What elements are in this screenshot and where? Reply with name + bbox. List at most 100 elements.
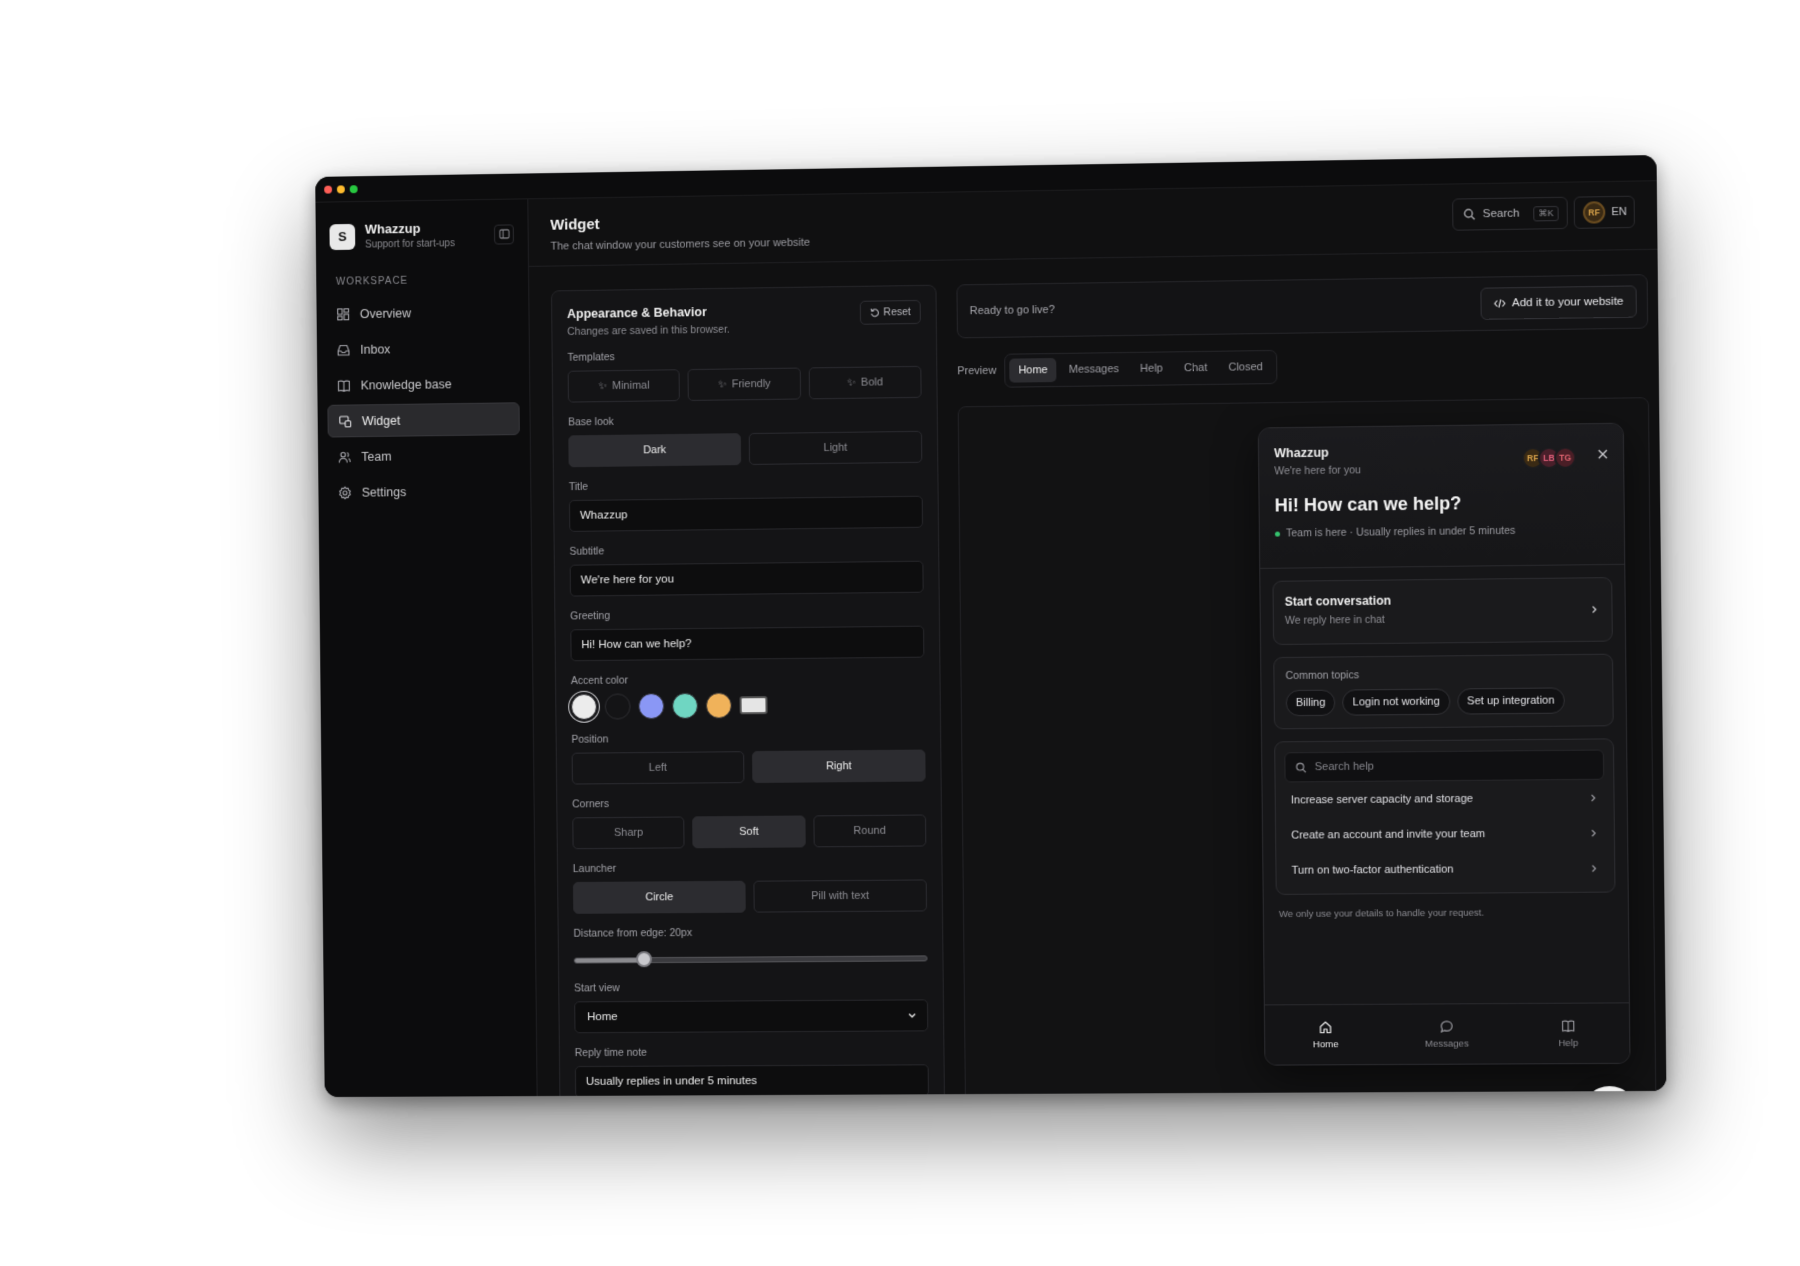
go-live-bar: Ready to go live? Add it to your website xyxy=(956,274,1648,338)
chevron-right-icon xyxy=(1588,828,1598,838)
widget-status: Team is here · Usually replies in under … xyxy=(1275,524,1609,540)
sidebar-item-label: Inbox xyxy=(360,342,390,356)
accent-swatch-orange[interactable] xyxy=(706,692,732,718)
brand: S Whazzup Support for start-ups xyxy=(315,199,527,251)
template-label: Bold xyxy=(861,376,883,388)
accent-swatch-white[interactable] xyxy=(571,694,597,720)
workspace-label: WORKSPACE xyxy=(336,274,528,288)
launcher-group: Circle Pill with text xyxy=(573,879,927,913)
main-content: Widget The chat window your customers se… xyxy=(528,181,1666,1096)
accent-swatch-blue[interactable] xyxy=(638,693,664,719)
base-look-dark-button[interactable]: Dark xyxy=(568,433,741,467)
brand-logo: S xyxy=(329,223,355,249)
custom-color-picker[interactable] xyxy=(740,696,768,714)
minimize-window-button[interactable] xyxy=(337,185,345,193)
sidebar-item-label: Settings xyxy=(362,485,407,499)
sidebar-item-overview[interactable]: Overview xyxy=(326,295,518,331)
help-article-item[interactable]: Turn on two-factor authentication xyxy=(1285,850,1605,888)
close-icon[interactable] xyxy=(1597,448,1609,460)
account-language-button[interactable]: RF EN xyxy=(1574,196,1635,229)
launcher-circle-button[interactable]: Circle xyxy=(573,881,746,914)
corners-soft-button[interactable]: Soft xyxy=(692,815,805,848)
reply-note-input[interactable]: Usually replies in under 5 minutes xyxy=(575,1064,929,1097)
reset-button[interactable]: Reset xyxy=(859,300,921,325)
launcher-pill-button[interactable]: Pill with text xyxy=(753,879,927,912)
position-group: Left Right xyxy=(572,750,926,785)
sidebar-item-settings[interactable]: Settings xyxy=(328,474,520,509)
maximize-window-button[interactable] xyxy=(350,185,358,193)
preview-label: Preview xyxy=(957,365,996,378)
preview-tabs-row: Preview Home Messages Help Chat Closed xyxy=(957,350,1277,388)
online-status-icon xyxy=(1275,531,1280,536)
start-conversation-title: Start conversation xyxy=(1285,591,1601,608)
help-search-input[interactable]: Search help xyxy=(1284,750,1604,783)
topic-chip[interactable]: Login not working xyxy=(1342,689,1450,716)
accent-swatch-black[interactable] xyxy=(605,693,631,719)
widget-nav-messages[interactable]: Messages xyxy=(1386,1004,1508,1064)
tab-messages[interactable]: Messages xyxy=(1060,357,1129,382)
widget-greeting: Hi! How can we help? xyxy=(1275,491,1609,516)
avatar: RF xyxy=(1583,201,1606,224)
widget-nav-help[interactable]: Help xyxy=(1507,1003,1629,1063)
topic-chip[interactable]: Billing xyxy=(1286,690,1336,717)
tab-closed[interactable]: Closed xyxy=(1219,355,1272,380)
corners-group: Sharp Soft Round xyxy=(572,814,926,849)
template-friendly-button[interactable]: ✨︎ Friendly xyxy=(688,368,801,401)
chevron-right-icon xyxy=(1589,604,1599,614)
distance-slider[interactable] xyxy=(574,944,928,972)
subtitle-input[interactable]: We're here for you xyxy=(570,561,924,597)
help-article-item[interactable]: Increase server capacity and storage xyxy=(1285,780,1605,818)
help-article-title: Create an account and invite your team xyxy=(1291,828,1485,842)
app-window: S Whazzup Support for start-ups WORKSPAC… xyxy=(315,155,1666,1097)
sidebar-item-label: Knowledge base xyxy=(361,377,452,392)
help-article-item[interactable]: Create an account and invite your team xyxy=(1285,815,1605,853)
start-view-select[interactable]: Home xyxy=(574,999,928,1033)
users-icon xyxy=(338,450,352,464)
add-to-website-button[interactable]: Add it to your website xyxy=(1480,285,1636,319)
tab-help[interactable]: Help xyxy=(1131,356,1172,381)
preview-stage: Whazzup We're here for you RF LB TG Hi! … xyxy=(958,397,1657,1097)
accent-swatch-teal[interactable] xyxy=(672,693,698,719)
common-topics-label: Common topics xyxy=(1285,667,1601,682)
preview-tabs: Home Messages Help Chat Closed xyxy=(1004,350,1277,388)
sidebar-item-label: Team xyxy=(361,449,391,463)
corners-round-button[interactable]: Round xyxy=(813,814,926,847)
greeting-input[interactable]: Hi! How can we help? xyxy=(570,626,924,662)
close-window-button[interactable] xyxy=(324,185,332,193)
template-minimal-button[interactable]: ✨︎ Minimal xyxy=(568,369,681,402)
widget-icon xyxy=(338,414,352,428)
launcher-label: Launcher xyxy=(573,860,927,875)
privacy-note: We only use your details to handle your … xyxy=(1264,892,1628,934)
launcher-close-button[interactable] xyxy=(1582,1086,1637,1097)
sidebar-item-inbox[interactable]: Inbox xyxy=(327,331,519,366)
template-bold-button[interactable]: ✨︎ Bold xyxy=(808,366,921,399)
title-input[interactable]: Whazzup xyxy=(569,496,923,532)
position-label: Position xyxy=(571,731,925,746)
sidebar-item-team[interactable]: Team xyxy=(328,438,520,473)
book-icon xyxy=(1561,1018,1575,1032)
corners-sharp-button[interactable]: Sharp xyxy=(572,816,685,849)
position-right-button[interactable]: Right xyxy=(752,750,926,783)
template-label: Minimal xyxy=(612,380,650,392)
search-button[interactable]: Search ⌘K xyxy=(1452,197,1568,231)
template-label: Friendly xyxy=(732,378,771,390)
language-label: EN xyxy=(1611,206,1627,218)
slider-track xyxy=(574,955,928,963)
widget-nav-home[interactable]: Home xyxy=(1265,1005,1387,1065)
base-look-light-button[interactable]: Light xyxy=(749,431,923,465)
tab-chat[interactable]: Chat xyxy=(1175,356,1217,381)
slider-thumb[interactable] xyxy=(636,951,652,967)
collapse-sidebar-button[interactable] xyxy=(494,224,514,244)
search-icon xyxy=(1463,208,1475,220)
start-conversation-card[interactable]: Start conversation We reply here in chat xyxy=(1272,577,1612,645)
corners-label: Corners xyxy=(572,796,926,811)
topic-chip[interactable]: Set up integration xyxy=(1457,687,1565,714)
position-left-button[interactable]: Left xyxy=(572,751,745,784)
accent-swatches xyxy=(571,691,925,720)
start-view-label: Start view xyxy=(574,980,928,994)
chat-bubble-icon xyxy=(1440,1019,1454,1033)
sidebar-item-widget[interactable]: Widget xyxy=(327,402,519,437)
sidebar-item-knowledge-base[interactable]: Knowledge base xyxy=(327,366,519,401)
tab-home[interactable]: Home xyxy=(1009,358,1057,383)
chat-widget-preview: Whazzup We're here for you RF LB TG Hi! … xyxy=(1258,423,1631,1066)
